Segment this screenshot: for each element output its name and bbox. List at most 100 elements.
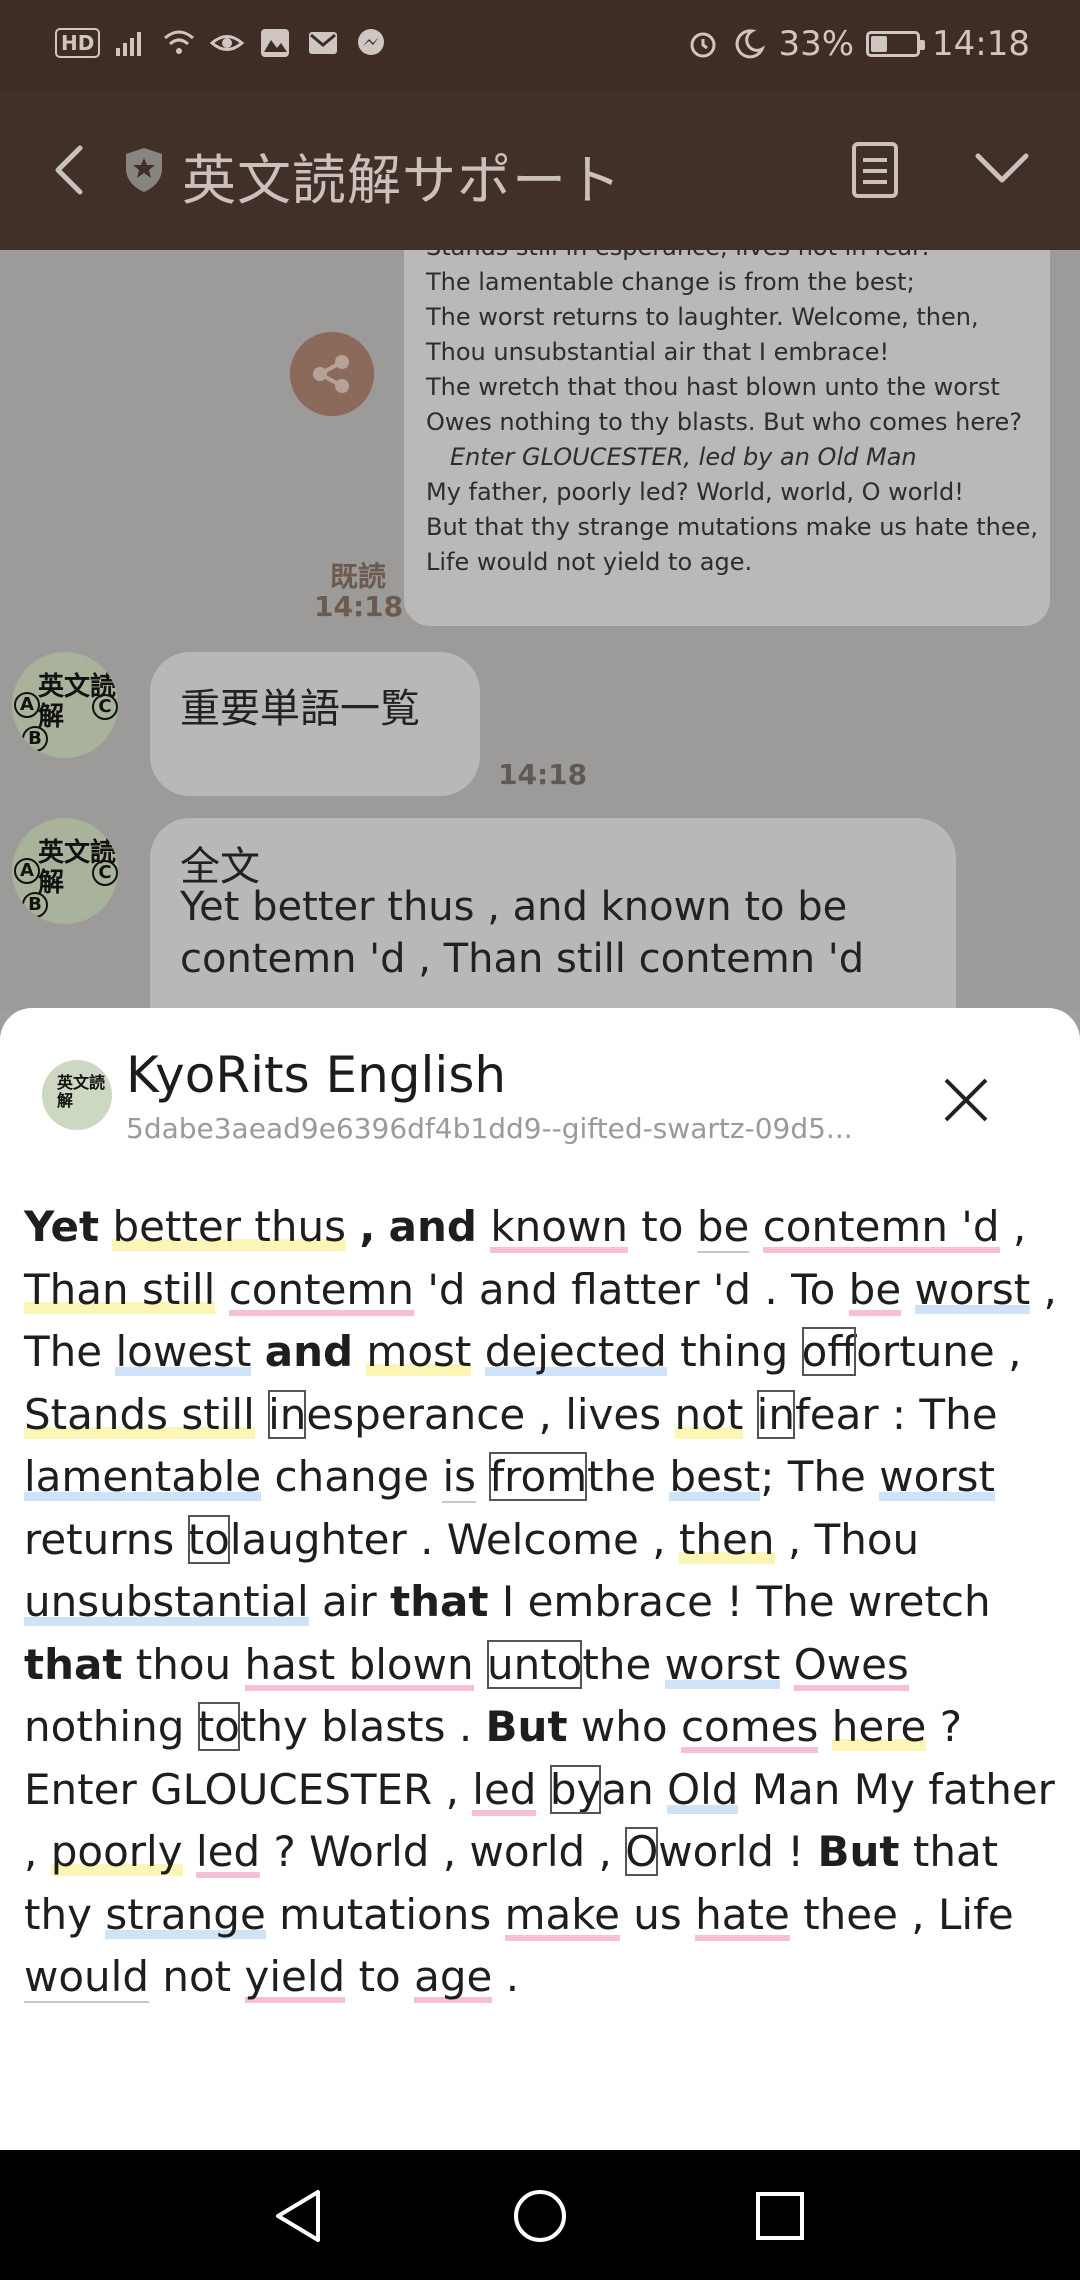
alarm-icon <box>690 32 716 58</box>
word: ; The <box>760 1452 866 1501</box>
message-line: The lamentable change is from the best; <box>426 268 915 296</box>
highlighted-word[interactable]: lamentable <box>24 1452 262 1501</box>
moon-icon <box>736 29 766 59</box>
message-line: The worst returns to laughter. Welcome, … <box>426 303 979 331</box>
message-line: Owes nothing to thy blasts. But who come… <box>426 408 1022 436</box>
particle-box[interactable]: in <box>268 1389 307 1439</box>
highlighted-word[interactable]: yield <box>244 1952 346 2003</box>
home-circle-icon[interactable] <box>510 2186 570 2246</box>
particle-box[interactable]: from <box>489 1452 588 1501</box>
highlighted-word: and <box>388 1202 477 1251</box>
highlighted-word[interactable]: worst <box>879 1452 995 1501</box>
avatar[interactable]: 英文読解 A B C <box>12 818 118 924</box>
word: Enter GLOUCESTER , <box>24 1764 459 1814</box>
highlighted-word[interactable]: here <box>831 1702 927 1751</box>
particle-box[interactable]: to <box>197 1702 240 1751</box>
battery-percent: 33% <box>778 24 855 64</box>
message-bubble[interactable]: 全文 Yet better thus , and known to be con… <box>150 818 956 1010</box>
highlighted-word[interactable]: dejected <box>484 1327 667 1376</box>
highlighted-word[interactable]: be <box>696 1202 750 1253</box>
highlighted-word[interactable]: contemn <box>228 1264 414 1316</box>
highlighted-word[interactable]: unsubstantial <box>24 1577 309 1626</box>
particle-box[interactable]: to <box>187 1514 230 1564</box>
avatar[interactable]: 英文読解 A B C <box>12 652 118 758</box>
close-icon[interactable] <box>936 1070 996 1130</box>
highlighted-word[interactable]: worst <box>664 1639 781 1689</box>
read-receipt: 既読 <box>330 560 387 593</box>
word: who <box>580 1702 668 1751</box>
highlighted-word[interactable]: be <box>848 1264 902 1316</box>
outgoing-message-bubble[interactable]: Stands still in esperance, lives not in … <box>404 250 1050 626</box>
highlighted-word[interactable]: strange <box>105 1889 266 1939</box>
highlighted-word[interactable]: lowest <box>115 1327 252 1376</box>
chevron-down-icon[interactable] <box>972 148 1032 188</box>
highlighted-word[interactable]: hast blown <box>244 1639 474 1691</box>
app-header: 英文読解サポート <box>0 90 1080 250</box>
word: , Thou <box>787 1514 920 1564</box>
particle-box[interactable]: O <box>625 1827 659 1876</box>
particle-box[interactable]: of <box>801 1327 857 1376</box>
status-left-icons: HD <box>55 26 388 60</box>
highlighted-word[interactable]: led <box>472 1764 537 1816</box>
highlighted-word: But <box>485 1702 568 1751</box>
eye-icon <box>210 35 245 51</box>
avatar-badge: B <box>22 892 48 918</box>
word: fear : The <box>794 1389 998 1439</box>
highlighted-word[interactable]: best <box>669 1452 761 1501</box>
sheet-subtitle: 5dabe3aead9e6396df4b1dd9--gifted-swartz-… <box>126 1112 853 1145</box>
word: thee , <box>803 1889 925 1939</box>
recents-square-icon[interactable] <box>750 2186 810 2246</box>
particle-box[interactable]: unto <box>486 1639 583 1689</box>
message-time: 14:18 <box>498 758 588 791</box>
highlighted-word[interactable]: Old <box>667 1764 739 1814</box>
annotated-text: Yet better thus , and known to be contem… <box>24 1196 1064 2009</box>
highlighted-word[interactable]: worst <box>914 1264 1031 1314</box>
highlighted-word[interactable]: Owes <box>793 1639 909 1691</box>
highlighted-word[interactable]: make <box>504 1889 620 1941</box>
avatar-badge: C <box>92 694 118 720</box>
sheet-title: KyoRits English <box>126 1046 507 1104</box>
highlighted-word[interactable]: would <box>24 1952 149 2003</box>
highlighted-word[interactable]: not <box>674 1389 744 1439</box>
word: the <box>587 1452 657 1501</box>
highlighted-word[interactable]: most <box>366 1327 472 1376</box>
highlighted-word[interactable]: is <box>442 1452 477 1503</box>
highlighted-word[interactable]: Than still <box>24 1264 216 1314</box>
highlighted-word[interactable]: hate <box>695 1889 790 1941</box>
highlighted-word: But <box>817 1827 900 1876</box>
battery-icon <box>866 31 926 57</box>
highlighted-word[interactable]: better thus <box>112 1202 346 1251</box>
particle-box[interactable]: in <box>756 1389 795 1439</box>
highlighted-word[interactable]: known <box>490 1202 628 1253</box>
highlighted-word[interactable]: then <box>678 1514 775 1564</box>
avatar-badge: A <box>14 858 40 884</box>
highlighted-word[interactable]: Stands still <box>24 1389 255 1439</box>
back-arrow-icon[interactable] <box>40 138 100 202</box>
word: to <box>641 1202 684 1251</box>
message-line: Yet better thus , and known to be <box>180 884 848 930</box>
word: thy blasts . <box>239 1702 473 1751</box>
status-right-icons: 33% 14:18 <box>686 24 1030 64</box>
hd-icon: HD <box>55 28 101 58</box>
message-line: My father, poorly led? World, world, O w… <box>426 478 964 506</box>
word: thou <box>135 1639 232 1689</box>
particle-box[interactable]: by <box>549 1764 602 1814</box>
highlighted-word[interactable]: led <box>195 1827 261 1878</box>
word: fortune , <box>856 1327 1022 1376</box>
messenger-icon <box>358 29 385 55</box>
word: ? World , world , <box>273 1827 612 1876</box>
word: air <box>322 1577 377 1626</box>
navigation-bar <box>0 2150 1080 2280</box>
signal-icon <box>116 32 142 56</box>
word: mutations <box>279 1889 492 1939</box>
message-bubble[interactable]: 重要単語一覧 <box>150 652 480 796</box>
highlighted-word[interactable]: contemn 'd <box>762 1202 1000 1253</box>
back-triangle-icon[interactable] <box>270 2186 330 2246</box>
gallery-icon <box>261 29 290 57</box>
notes-icon[interactable] <box>850 140 900 200</box>
highlighted-word[interactable]: age <box>414 1952 493 2003</box>
highlighted-word[interactable]: poorly <box>50 1827 183 1876</box>
highlighted-word: , <box>359 1202 376 1251</box>
highlighted-word[interactable]: comes <box>680 1702 819 1753</box>
share-button[interactable] <box>290 332 374 416</box>
